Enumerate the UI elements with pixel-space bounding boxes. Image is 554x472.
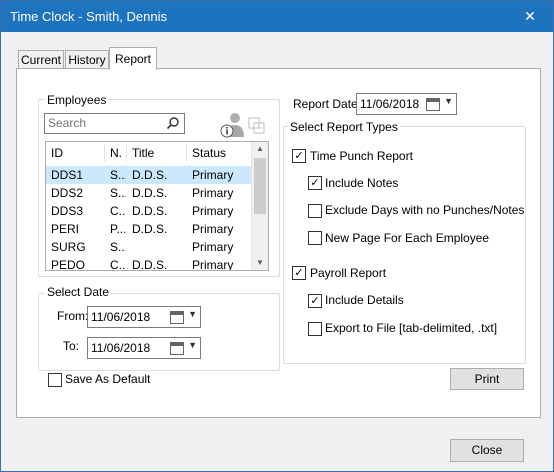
table-row[interactable]: DDS2 S... D.D.S. Primary <box>46 184 252 202</box>
cell-n: S... <box>110 168 126 182</box>
chevron-down-icon[interactable]: ▼ <box>444 96 453 106</box>
to-date-label: To: <box>63 339 80 353</box>
time-clock-window: Time Clock - Smith, Dennis ✕ Current His… <box>0 0 554 472</box>
cell-title: D.D.S. <box>132 204 168 218</box>
cell-id: DDS1 <box>51 168 84 182</box>
tab-current[interactable]: Current <box>18 50 64 69</box>
select-date-group <box>38 293 280 371</box>
cell-status: Primary <box>192 240 234 254</box>
time-punch-report-label: Time Punch Report <box>310 149 413 163</box>
cell-status: Primary <box>192 186 234 200</box>
employee-settings-icon[interactable] <box>248 117 266 135</box>
column-header-id[interactable]: ID <box>46 144 105 162</box>
column-header-status[interactable]: Status <box>187 144 253 162</box>
cell-status: Primary <box>192 168 234 182</box>
cell-title: D.D.S. <box>132 258 168 271</box>
cell-title: D.D.S. <box>132 186 168 200</box>
include-details-checkbox[interactable]: ✓ <box>308 294 322 308</box>
grid-vertical-scrollbar[interactable]: ▲ ▼ <box>251 142 268 270</box>
cell-title: D.D.S. <box>132 222 168 236</box>
employees-group-label: Employees <box>45 93 109 107</box>
from-date-picker[interactable]: 11/06/2018 ▼ <box>87 306 201 328</box>
close-window-icon[interactable]: ✕ <box>507 1 553 32</box>
cell-title: D.D.S. <box>132 168 168 182</box>
table-row[interactable]: DDS1 S... D.D.S. Primary <box>46 166 252 184</box>
report-date-label: Report Date: <box>293 97 362 111</box>
table-row[interactable]: PERI P... D.D.S. Primary <box>46 220 252 238</box>
save-as-default-checkbox[interactable] <box>48 373 62 387</box>
cell-id: PERI <box>51 222 80 236</box>
chevron-down-icon[interactable]: ▼ <box>188 309 197 319</box>
tab-report[interactable]: Report <box>109 47 157 70</box>
report-date-picker[interactable]: 11/06/2018 ▼ <box>356 93 457 115</box>
employee-info-icon[interactable] <box>220 111 246 139</box>
column-header-name[interactable]: N. <box>105 144 127 162</box>
window-title: Time Clock - Smith, Dennis <box>10 9 167 24</box>
cell-title <box>127 238 186 256</box>
report-types-group-label: Select Report Types <box>288 120 400 134</box>
scroll-up-icon[interactable]: ▲ <box>252 142 268 156</box>
payroll-report-label: Payroll Report <box>310 266 387 280</box>
payroll-report-checkbox[interactable]: ✓ <box>292 266 306 280</box>
chevron-down-icon[interactable]: ▼ <box>188 340 197 350</box>
print-button[interactable]: Print <box>450 368 524 390</box>
cell-id: DDS3 <box>51 204 84 218</box>
report-tab-panel: Employees ID N. Title Status <box>16 68 541 418</box>
calendar-icon[interactable] <box>170 342 184 355</box>
export-to-file-label: Export to File [tab-delimited, .txt] <box>325 321 498 335</box>
time-punch-report-checkbox[interactable]: ✓ <box>292 149 306 163</box>
cell-id: SURG <box>51 240 86 254</box>
grid-header: ID N. Title Status <box>46 144 253 162</box>
report-date-value: 11/06/2018 <box>360 97 420 111</box>
include-details-label: Include Details <box>325 293 404 307</box>
cell-status: Primary <box>192 258 234 271</box>
select-date-group-label: Select Date <box>45 285 112 299</box>
from-date-value: 11/06/2018 <box>91 310 151 324</box>
search-icon <box>166 117 179 130</box>
save-as-default-label: Save As Default <box>65 372 151 386</box>
table-row[interactable]: PEDO C... D.D.S. Primary <box>46 256 252 271</box>
scroll-down-icon[interactable]: ▼ <box>252 256 268 270</box>
cell-n: P... <box>110 222 126 236</box>
cell-n: C... <box>110 204 126 218</box>
search-box[interactable] <box>44 113 185 134</box>
title-bar: Time Clock - Smith, Dennis ✕ <box>1 1 553 32</box>
scroll-thumb[interactable] <box>254 158 266 214</box>
cell-n: S... <box>110 240 126 254</box>
cell-n: C... <box>110 258 126 271</box>
exclude-days-checkbox[interactable] <box>308 204 322 218</box>
export-to-file-checkbox[interactable] <box>308 322 322 336</box>
new-page-label: New Page For Each Employee <box>325 231 490 245</box>
exclude-days-label: Exclude Days with no Punches/Notes <box>325 203 525 217</box>
tab-history[interactable]: History <box>65 50 109 69</box>
close-button[interactable]: Close <box>450 439 524 462</box>
cell-id: DDS2 <box>51 186 84 200</box>
column-header-title[interactable]: Title <box>127 144 187 162</box>
cell-id: PEDO <box>51 258 86 271</box>
calendar-icon[interactable] <box>426 98 440 111</box>
from-date-label: From: <box>57 309 89 323</box>
to-date-picker[interactable]: 11/06/2018 ▼ <box>87 337 201 359</box>
include-notes-label: Include Notes <box>325 176 399 190</box>
cell-status: Primary <box>192 204 234 218</box>
table-row[interactable]: SURG S... Primary <box>46 238 252 256</box>
calendar-icon[interactable] <box>170 311 184 324</box>
cell-n: S... <box>110 186 126 200</box>
cell-status: Primary <box>192 222 234 236</box>
search-input[interactable] <box>45 114 181 132</box>
table-row[interactable]: DDS3 C... D.D.S. Primary <box>46 202 252 220</box>
to-date-value: 11/06/2018 <box>91 341 151 355</box>
include-notes-checkbox[interactable]: ✓ <box>308 176 322 190</box>
new-page-checkbox[interactable] <box>308 231 322 245</box>
employee-grid[interactable]: ID N. Title Status DDS1 S... D.D.S. Primary… <box>45 141 269 271</box>
